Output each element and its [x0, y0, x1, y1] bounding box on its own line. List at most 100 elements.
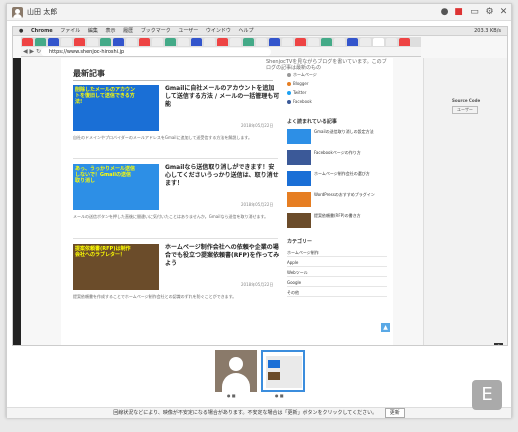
- popular-item[interactable]: 提案依頼書(RFP)の書き方: [287, 212, 387, 231]
- menu-item-file[interactable]: ファイル: [60, 27, 80, 35]
- article-title[interactable]: Gmailなら送信取り消しができます！安心してくださいうっかり送信は、取り消せま…: [165, 164, 280, 188]
- web-page: 最新記事 削除したメールのアカウントを復旧して送信できる方法! Gmailに自社…: [61, 58, 393, 345]
- tab[interactable]: [74, 38, 85, 46]
- tab[interactable]: [139, 38, 150, 46]
- tab[interactable]: [269, 38, 280, 46]
- tab[interactable]: [113, 38, 124, 46]
- article-thumbnail[interactable]: 提案依頼書(RFP)は制作会社へのラブレター！: [73, 244, 159, 290]
- popular-title-text[interactable]: Gmailの送信取り消しの設定方法: [314, 129, 386, 134]
- tab[interactable]: [308, 38, 319, 46]
- refresh-button[interactable]: 更新: [384, 408, 405, 418]
- menu-item-view[interactable]: 表示: [106, 27, 116, 35]
- menu-item-window[interactable]: ウインドウ: [206, 27, 231, 35]
- tab[interactable]: [191, 38, 202, 46]
- tab[interactable]: [243, 38, 254, 46]
- category-item[interactable]: Webツール: [287, 268, 387, 277]
- article-card[interactable]: 削除したメールのアカウントを復旧して送信できる方法! Gmailに自社メールのア…: [73, 85, 280, 155]
- twitter-icon: [287, 91, 291, 95]
- thumbnail-caption: あっ、うっかりメール送信しないで！Gmailの送信取り消し: [75, 166, 136, 184]
- tab[interactable]: [152, 38, 163, 46]
- article-title[interactable]: Gmailに自社メールのアカウントを追加して送信する方法 / メールの一括管理も…: [165, 85, 280, 109]
- popular-thumbnail[interactable]: [287, 213, 311, 228]
- menu-item-edit[interactable]: 編集: [88, 27, 98, 35]
- popular-item[interactable]: Facebookページの作り方: [287, 149, 387, 168]
- tab[interactable]: [321, 38, 332, 46]
- category-item[interactable]: Google: [287, 278, 387, 287]
- tab[interactable]: [61, 38, 72, 46]
- tab[interactable]: [178, 38, 189, 46]
- tab[interactable]: [295, 38, 306, 46]
- popular-title-text[interactable]: ホームページ制作会社の選び方: [314, 171, 386, 176]
- tab[interactable]: [126, 38, 137, 46]
- tab[interactable]: [230, 38, 241, 46]
- url-field[interactable]: https://www.shenjoc-hiroshi.jp: [41, 48, 271, 56]
- tab[interactable]: [22, 38, 33, 46]
- popular-item[interactable]: ホームページ制作会社の選び方: [287, 170, 387, 189]
- tab[interactable]: [347, 38, 358, 46]
- menu-item-help[interactable]: ヘルプ: [238, 27, 253, 35]
- article-card[interactable]: あっ、うっかりメール送信しないで！Gmailの送信取り消し Gmailなら送信取…: [73, 164, 280, 234]
- panel-button[interactable]: ユーザー: [452, 106, 478, 114]
- menu-item-user[interactable]: ユーザー: [178, 27, 198, 35]
- menu-item-bookmarks[interactable]: ブックマーク: [141, 27, 171, 35]
- article-card[interactable]: 提案依頼書(RFP)は制作会社へのラブレター！ ホームページ制作会社への依頼や企…: [73, 244, 280, 314]
- camera-off-icon[interactable]: ■: [453, 7, 464, 18]
- follow-link[interactable]: Facebook: [293, 99, 312, 104]
- tab[interactable]: [360, 38, 371, 46]
- article-date: 2018年05月22日: [241, 282, 274, 287]
- popular-item[interactable]: Gmailの送信取り消しの設定方法: [287, 128, 387, 147]
- blogger-icon: [287, 82, 291, 86]
- tab[interactable]: [35, 38, 46, 46]
- tab[interactable]: [87, 38, 98, 46]
- connection-notice: 回線状況などにより、映像が不安定になる場合があります。不安定な場合は「更新」ボタ…: [7, 407, 511, 418]
- e-badge[interactable]: E: [472, 380, 502, 410]
- mic-icon[interactable]: ●: [439, 7, 450, 18]
- follow-link[interactable]: Twitter: [293, 90, 306, 95]
- follow-link[interactable]: Blogger: [293, 81, 309, 86]
- shared-screen: ● Chrome ファイル 編集 表示 履歴 ブックマーク ユーザー ウインドウ…: [12, 26, 508, 346]
- popular-thumbnail[interactable]: [287, 150, 311, 165]
- tab[interactable]: [386, 38, 397, 46]
- tab[interactable]: [100, 38, 111, 46]
- thumbnail-caption: 提案依頼書(RFP)は制作会社へのラブレター！: [75, 246, 131, 258]
- participant-mic-icon: ● ■: [227, 393, 236, 398]
- devtools-panel: Source Code ユーザー: [423, 58, 507, 345]
- meeting-window: 山田 太郎 ● ■ ▭ ⚙ ✕ ● Chrome ファイル 編集 表示 履歴 ブ…: [6, 3, 512, 418]
- tab[interactable]: [256, 38, 267, 46]
- left-window-edge: [13, 58, 21, 345]
- tab[interactable]: [48, 38, 59, 46]
- popular-title-text[interactable]: 提案依頼書(RFP)の書き方: [314, 213, 386, 218]
- tab-strip[interactable]: [21, 37, 421, 47]
- screen-share-icon[interactable]: ▭: [469, 7, 480, 18]
- nav-arrows-icon[interactable]: ◀ ▶ ↻: [23, 47, 41, 57]
- article-thumbnail[interactable]: 削除したメールのアカウントを復旧して送信できる方法!: [73, 85, 159, 131]
- popular-title-text[interactable]: WordPressのおすすめプラグイン: [314, 192, 386, 197]
- tab[interactable]: [217, 38, 228, 46]
- follow-link[interactable]: ホームページ: [293, 72, 317, 78]
- tab[interactable]: [204, 38, 215, 46]
- article-title[interactable]: ホームページ制作会社への依頼や企業の場合でも役立つ提案依頼書(RFP)を作ってみ…: [165, 244, 280, 268]
- screen-share-thumbnail[interactable]: [261, 350, 305, 392]
- menu-item-history[interactable]: 履歴: [123, 27, 133, 35]
- scroll-top-icon[interactable]: ▲: [381, 323, 390, 332]
- tab[interactable]: [165, 38, 176, 46]
- popular-thumbnail[interactable]: [287, 129, 311, 144]
- article-thumbnail[interactable]: あっ、うっかりメール送信しないで！Gmailの送信取り消し: [73, 164, 159, 210]
- category-item[interactable]: その他: [287, 288, 387, 297]
- download-icon[interactable]: ⬇: [494, 343, 503, 345]
- category-item[interactable]: Apple: [287, 258, 387, 267]
- popular-item[interactable]: WordPressのおすすめプラグイン: [287, 191, 387, 210]
- divider: [73, 238, 278, 239]
- tab[interactable]: [399, 38, 410, 46]
- popular-thumbnail[interactable]: [287, 192, 311, 207]
- popular-thumbnail[interactable]: [287, 171, 311, 186]
- tab[interactable]: [282, 38, 293, 46]
- popular-title-text[interactable]: Facebookページの作り方: [314, 150, 386, 155]
- gear-icon[interactable]: ⚙: [484, 7, 495, 18]
- close-icon[interactable]: ✕: [498, 7, 509, 18]
- tab[interactable]: [334, 38, 345, 46]
- participant-avatar[interactable]: [215, 350, 257, 392]
- tab-active[interactable]: [373, 38, 384, 46]
- category-item[interactable]: ホームページ制作: [287, 248, 387, 257]
- address-bar-row: ◀ ▶ ↻ https://www.shenjoc-hiroshi.jp: [21, 47, 421, 57]
